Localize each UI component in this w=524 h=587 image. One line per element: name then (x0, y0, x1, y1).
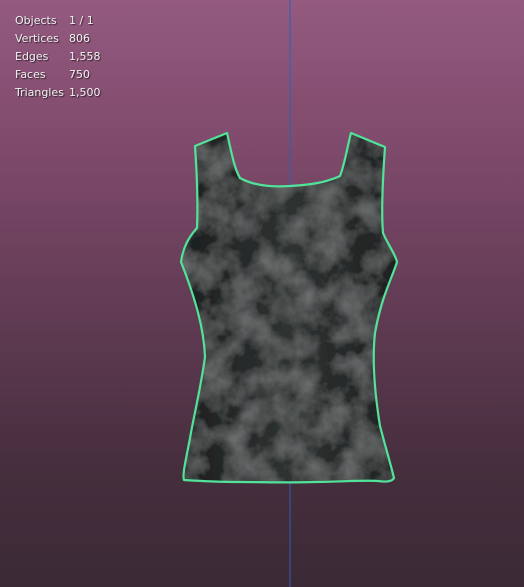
stat-value: 806 (69, 32, 90, 45)
stat-label: Objects (15, 14, 57, 27)
stat-label: Vertices (15, 32, 59, 45)
stat-row-faces: Faces 750 (15, 66, 101, 84)
stat-row-objects: Objects 1 / 1 (15, 12, 101, 30)
stat-row-triangles: Triangles 1,500 (15, 84, 101, 102)
stat-value: 750 (69, 68, 90, 81)
stat-row-edges: Edges 1,558 (15, 48, 101, 66)
stat-value: 1,500 (69, 86, 101, 99)
stat-label: Faces (15, 68, 46, 81)
3d-viewport[interactable]: Objects 1 / 1 Vertices 806 Edges 1,558 F… (0, 0, 524, 587)
stat-label: Triangles (15, 86, 64, 99)
tank-top-mesh[interactable] (179, 131, 399, 484)
statistics-overlay: Objects 1 / 1 Vertices 806 Edges 1,558 F… (15, 12, 101, 102)
stat-label: Edges (15, 50, 49, 63)
stat-value: 1 / 1 (69, 14, 94, 27)
stat-value: 1,558 (69, 50, 101, 63)
stat-row-vertices: Vertices 806 (15, 30, 101, 48)
